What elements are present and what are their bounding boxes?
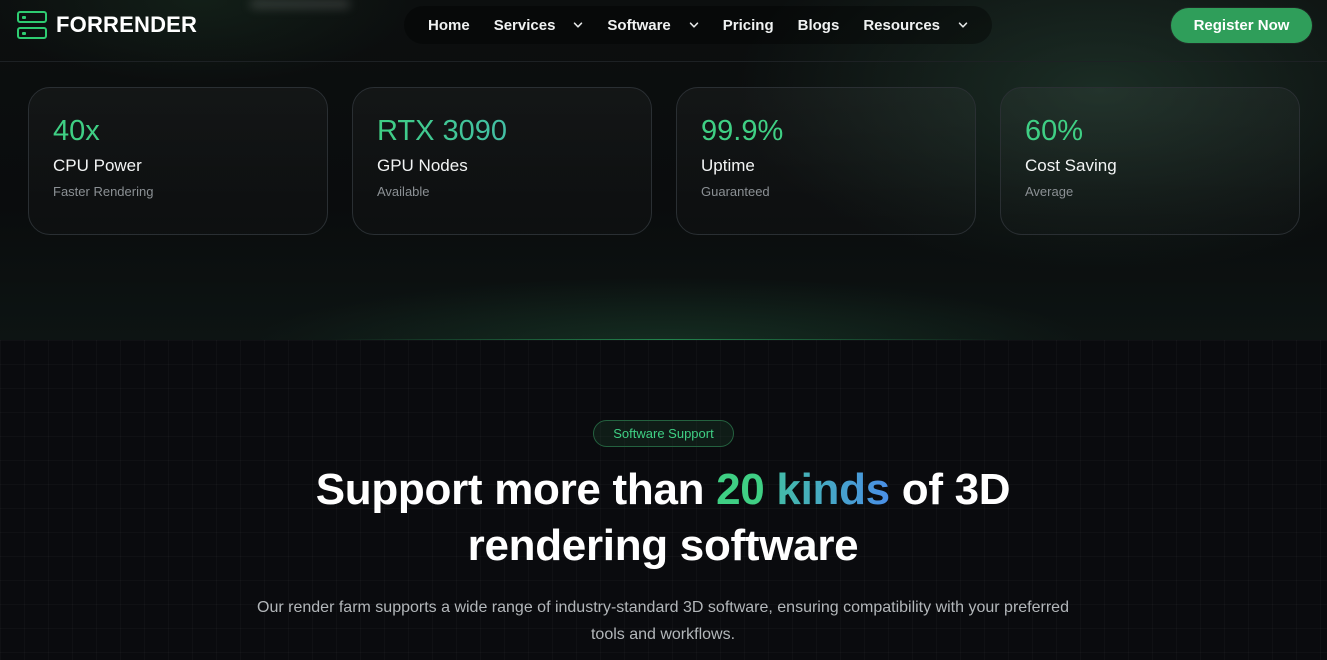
- nav-item-software[interactable]: Software: [607, 16, 699, 34]
- brand-name: FORRENDER: [56, 12, 198, 37]
- stat-caption: Guaranteed: [701, 184, 770, 199]
- stat-value: 60%: [1025, 115, 1084, 147]
- site-header: FORRENDER Home Services Software Pricing: [0, 0, 1327, 62]
- headline-text: rendering software: [467, 521, 859, 570]
- brand-logo[interactable]: FORRENDER: [16, 10, 197, 40]
- stat-card-uptime: 99.9% Uptime Guaranteed: [676, 87, 976, 235]
- stat-caption: Faster Rendering: [53, 184, 154, 199]
- main-nav: Home Services Software Pricing Blogs Res…: [404, 6, 993, 44]
- headline-text: of 3D: [889, 465, 1011, 514]
- headline-text: Support more than: [315, 465, 717, 514]
- stat-label: GPU Nodes: [377, 156, 468, 175]
- nav-item-label: Software: [607, 16, 671, 34]
- stat-label: Uptime: [701, 156, 755, 175]
- hero-glow: [0, 250, 1327, 345]
- page: FORRENDER Home Services Software Pricing: [0, 0, 1327, 660]
- stat-label: CPU Power: [53, 156, 142, 175]
- chevron-down-icon[interactable]: [573, 20, 583, 30]
- chevron-down-icon[interactable]: [958, 20, 968, 30]
- nav-item-home[interactable]: Home: [428, 17, 470, 34]
- headline-highlight-word: kinds: [776, 465, 890, 514]
- nav-item-resources[interactable]: Resources: [863, 17, 968, 34]
- stat-value: RTX 3090: [377, 114, 651, 148]
- stat-card-cpu: 40x CPU Power Faster Rendering: [28, 87, 328, 235]
- stat-card-gpu: RTX 3090 GPU Nodes Available: [352, 87, 652, 235]
- nav-item-services[interactable]: Services: [494, 17, 584, 34]
- stat-label: Cost Saving: [1025, 156, 1117, 175]
- nav-item-label: Pricing: [722, 16, 774, 34]
- section-headline: Support more than 20 kinds of 3D renderi…: [163, 462, 1163, 574]
- register-button[interactable]: Register Now: [1171, 8, 1312, 43]
- nav-item-label: Blogs: [797, 16, 840, 34]
- section-badge: Software Support: [593, 420, 734, 447]
- stat-value: 99.9%: [701, 115, 784, 147]
- nav-item-label: Home: [428, 16, 470, 34]
- section-divider: [330, 339, 1000, 340]
- nav-item-label: Resources: [863, 16, 941, 34]
- nav-item-label: Services: [493, 16, 556, 34]
- blurred-element: [250, 0, 350, 8]
- stat-caption: Average: [1025, 184, 1074, 199]
- stat-value: 40x: [53, 115, 100, 147]
- nav-item-pricing[interactable]: Pricing: [723, 17, 774, 34]
- server-icon: [16, 10, 48, 40]
- stat-card-cost: 60% Cost Saving Average: [1000, 87, 1300, 235]
- headline-highlight-number: 20: [716, 465, 765, 514]
- chevron-down-icon[interactable]: [689, 20, 699, 30]
- nav-item-blogs[interactable]: Blogs: [798, 17, 840, 34]
- section-description: Our render farm supports a wide range of…: [257, 599, 1069, 643]
- stat-caption: Available: [377, 184, 430, 199]
